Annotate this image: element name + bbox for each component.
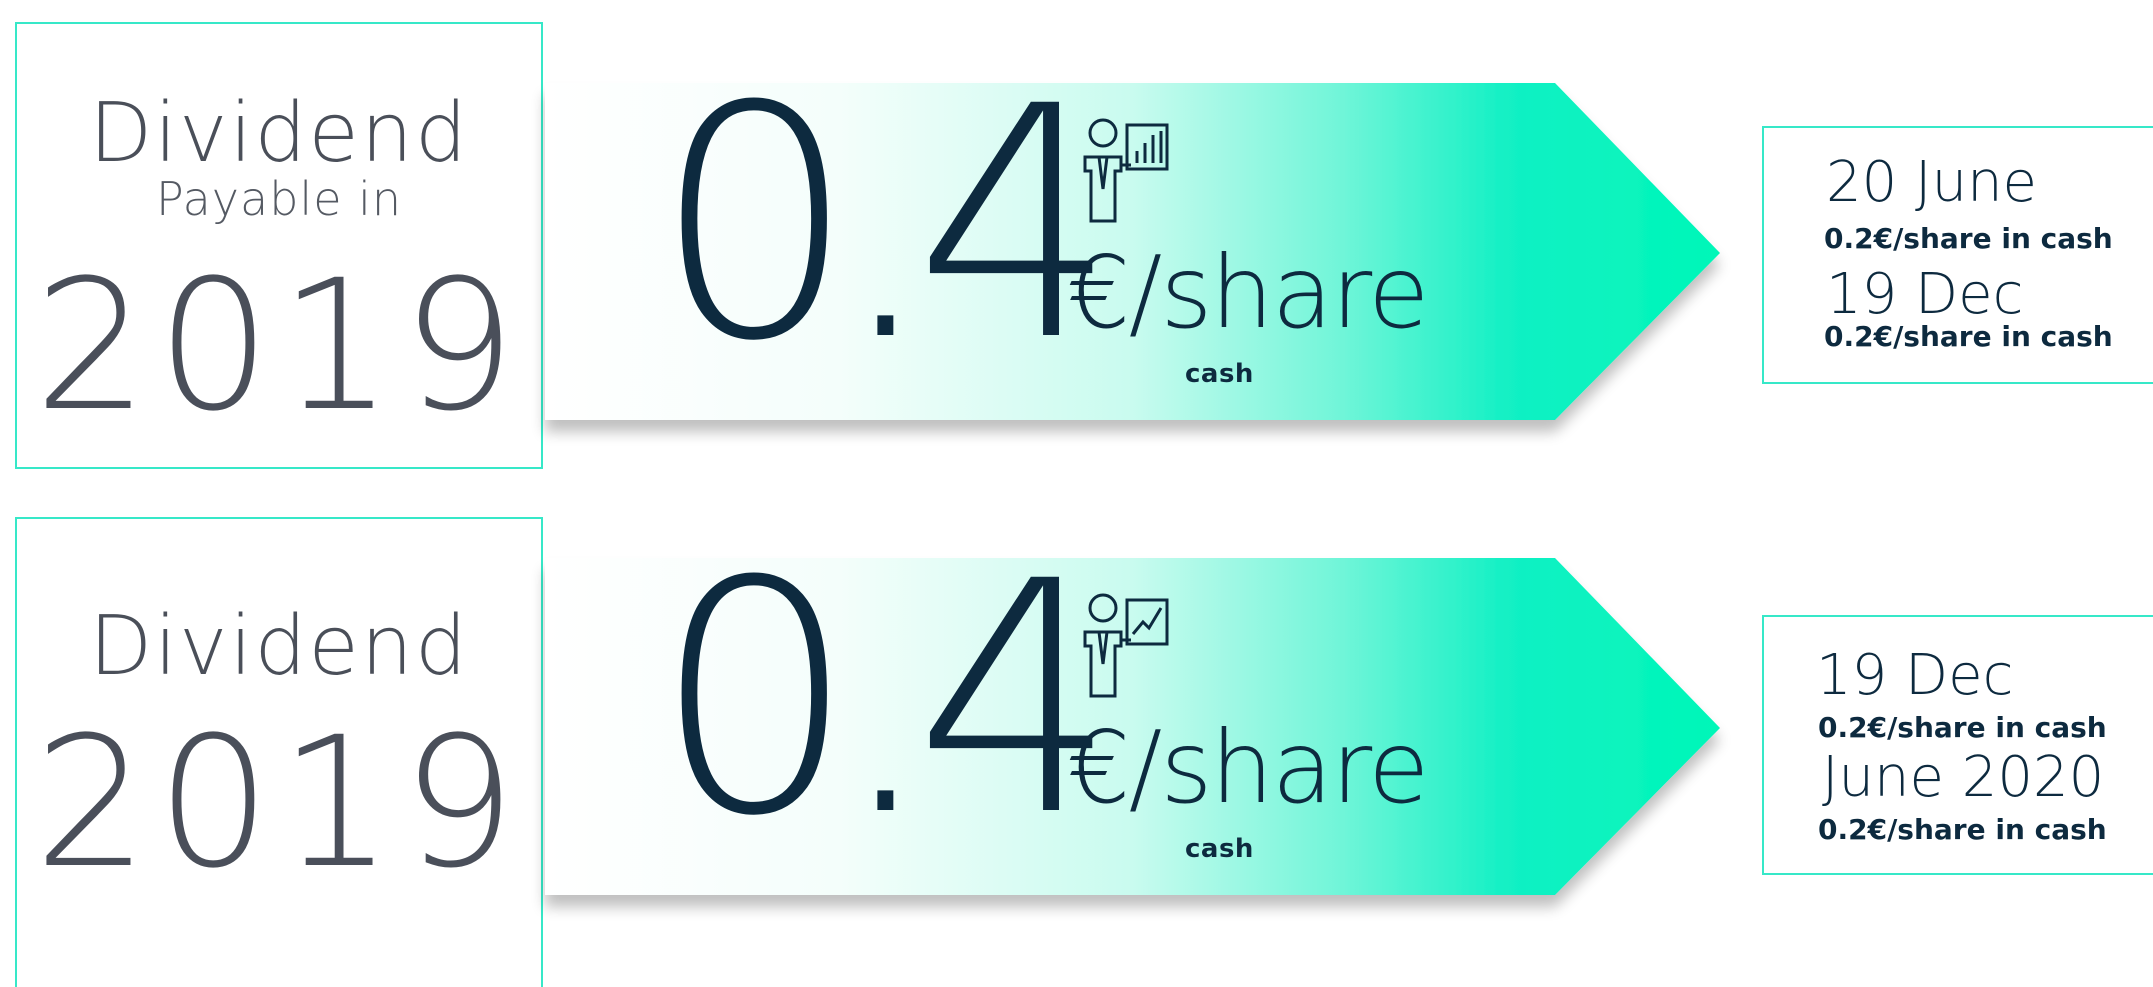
payment-schedule-box: 20 June 0.2€/share in cash 19 Dec 0.2€/s… — [1762, 126, 2153, 384]
dividend-amount-arrow: 0.4 €/share cash — [545, 65, 1735, 430]
payment-date: 19 Dec — [1816, 643, 2014, 708]
payable-subtitle: Payable in — [155, 172, 403, 226]
cash-label: cash — [1185, 359, 1254, 389]
dividend-year: 2019 — [33, 242, 525, 451]
dividend-row-payable: Dividend Payable in 2019 0.4 €/share cas… — [0, 0, 2153, 470]
dividend-amount: 0.4 — [653, 39, 1118, 411]
payment-schedule-box: 19 Dec 0.2€/share in cash June 2020 0.2€… — [1762, 615, 2153, 875]
dividend-year: 2019 — [33, 699, 525, 908]
payment-detail: 0.2€/share in cash — [1824, 320, 2113, 353]
dividend-amount-arrow: 0.4 €/share cash — [545, 540, 1735, 905]
payment-detail: 0.2€/share in cash — [1818, 813, 2107, 846]
presenter-bar-chart-icon — [1083, 118, 1169, 223]
dividend-year-box: Dividend Payable in 2019 — [15, 22, 543, 469]
dividend-row: Dividend 2019 0.4 €/share cash 19 Dec 0.… — [0, 490, 2153, 987]
dividend-title: Dividend — [89, 86, 469, 181]
payment-detail: 0.2€/share in cash — [1818, 711, 2107, 744]
payment-date: 20 June — [1826, 150, 2038, 215]
cash-label: cash — [1185, 834, 1254, 864]
presenter-line-chart-icon — [1083, 593, 1169, 698]
dividend-year-box: Dividend 2019 — [15, 517, 543, 987]
payment-date: 19 Dec — [1826, 262, 2024, 327]
unit-label: €/share — [1067, 709, 1430, 826]
dividend-amount: 0.4 — [653, 514, 1118, 886]
unit-label: €/share — [1067, 234, 1430, 351]
payment-date: June 2020 — [1822, 745, 2105, 810]
payment-detail: 0.2€/share in cash — [1824, 222, 2113, 255]
dividend-title: Dividend — [89, 599, 469, 694]
